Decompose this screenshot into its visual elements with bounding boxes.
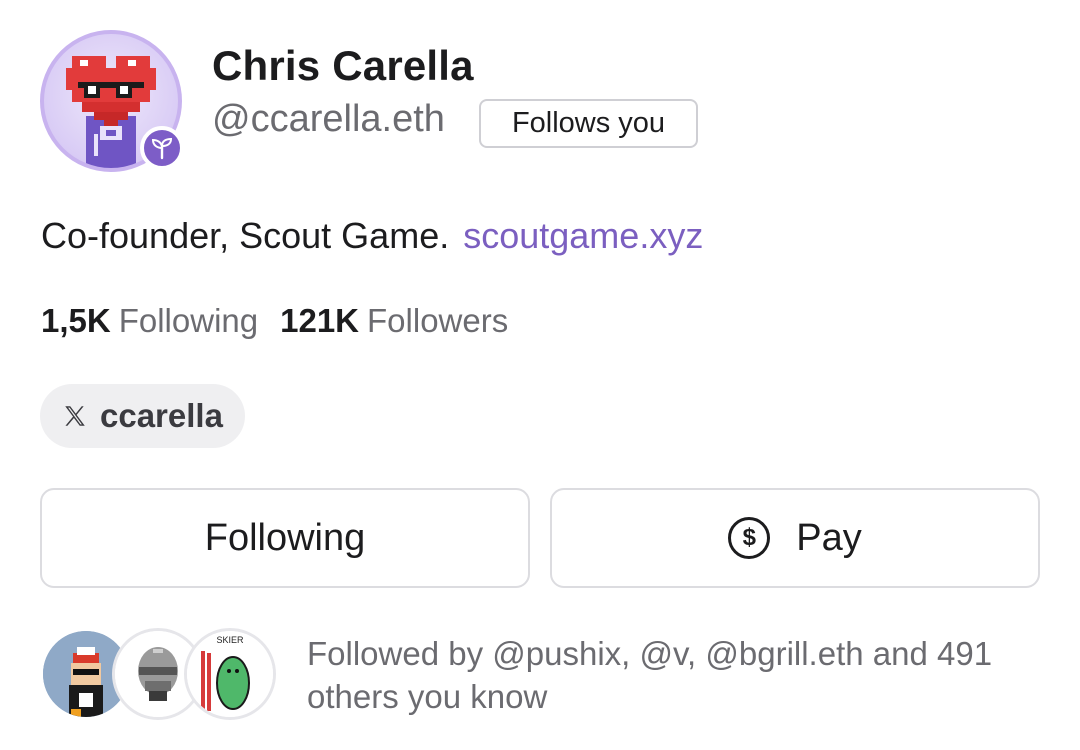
following-button[interactable]: Following: [40, 488, 530, 588]
followers-stat[interactable]: 121K Followers: [280, 302, 508, 339]
mutual-followers-avatars[interactable]: SKIER: [40, 628, 290, 720]
followers-label: Followers: [367, 302, 509, 339]
sprout-badge-icon: [140, 126, 184, 170]
followed-by-text[interactable]: Followed by @pushix, @v, @bgrill.eth and…: [307, 632, 1027, 718]
x-account-chip[interactable]: ccarella: [40, 384, 245, 448]
pay-button[interactable]: $ Pay: [550, 488, 1040, 588]
profile-card: Chris Carella @ccarella.eth Follows you …: [0, 0, 1080, 750]
pay-button-label: Pay: [796, 516, 862, 559]
following-button-label: Following: [204, 516, 366, 559]
x-logo-icon: [65, 406, 85, 426]
profile-handle: @ccarella.eth: [212, 98, 445, 140]
skier-caption: SKIER: [216, 635, 244, 645]
dollar-circle-icon: $: [728, 517, 771, 559]
profile-name: Chris Carella: [212, 42, 474, 89]
x-handle-label: ccarella: [100, 397, 223, 434]
bio-text: Co-founder, Scout Game.: [41, 215, 450, 256]
sprout-icon: [151, 137, 173, 160]
following-count: 1,5K: [41, 302, 111, 339]
bio-link[interactable]: scoutgame.xyz: [463, 215, 703, 256]
follow-stats: 1,5K Following 121K Followers: [41, 302, 508, 340]
following-stat[interactable]: 1,5K Following: [41, 302, 258, 339]
mutual-avatar-bgrill: SKIER: [184, 628, 276, 720]
follows-you-badge: Follows you: [479, 99, 698, 148]
profile-avatar[interactable]: [40, 30, 184, 172]
following-label: Following: [118, 302, 259, 339]
profile-bio: Co-founder, Scout Game. scoutgame.xyz: [41, 215, 703, 257]
followers-count: 121K: [280, 302, 360, 339]
